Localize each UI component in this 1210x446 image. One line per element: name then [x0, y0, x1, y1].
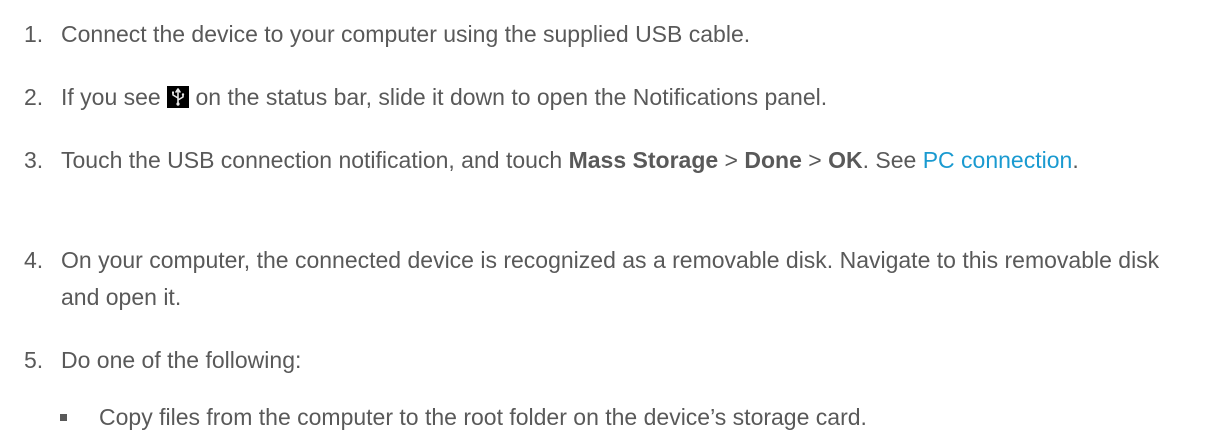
step-text-c: .	[1072, 147, 1079, 173]
step-number: 5.	[24, 347, 44, 373]
mass-storage-label: Mass Storage	[568, 147, 719, 173]
usb-icon	[167, 86, 190, 108]
step-text-before: If you see	[61, 84, 161, 110]
step-2: 2. If you see on the status bar, slide i…	[24, 79, 1184, 116]
step-number: 3.	[24, 147, 44, 173]
step-text: Touch the USB connection notification, a…	[61, 142, 1184, 179]
done-label: Done	[744, 147, 802, 173]
step-1: 1. Connect the device to your computer u…	[24, 16, 1184, 53]
step-text-after: on the status bar, slide it down to open…	[195, 84, 828, 110]
square-bullet-icon	[60, 414, 67, 421]
separator: >	[718, 147, 745, 173]
step-text: Do one of the following:	[61, 347, 302, 373]
sub-item-text: Copy files from the computer to the root…	[99, 404, 867, 430]
step-5: 5. Do one of the following:	[24, 342, 1184, 379]
sub-list-item: Copy files from the computer to the root…	[60, 399, 1190, 436]
step-3: 3. Touch the USB connection notification…	[24, 142, 1184, 179]
step-number: 2.	[24, 84, 44, 110]
step-text-a: Touch the USB connection notification, a…	[61, 147, 569, 173]
ok-label: OK	[828, 147, 863, 173]
step-number: 1.	[24, 21, 44, 47]
step-text: If you see on the status bar, slide it d…	[61, 79, 1184, 116]
step-text-b: . See	[862, 147, 923, 173]
step-4: 4. On your computer, the connected devic…	[24, 242, 1184, 316]
step-text: Connect the device to your computer usin…	[61, 21, 751, 47]
step-number: 4.	[24, 247, 44, 273]
pc-connection-link[interactable]: PC connection	[923, 147, 1073, 173]
step-text: On your computer, the connected device i…	[61, 247, 1160, 310]
separator: >	[801, 147, 829, 173]
